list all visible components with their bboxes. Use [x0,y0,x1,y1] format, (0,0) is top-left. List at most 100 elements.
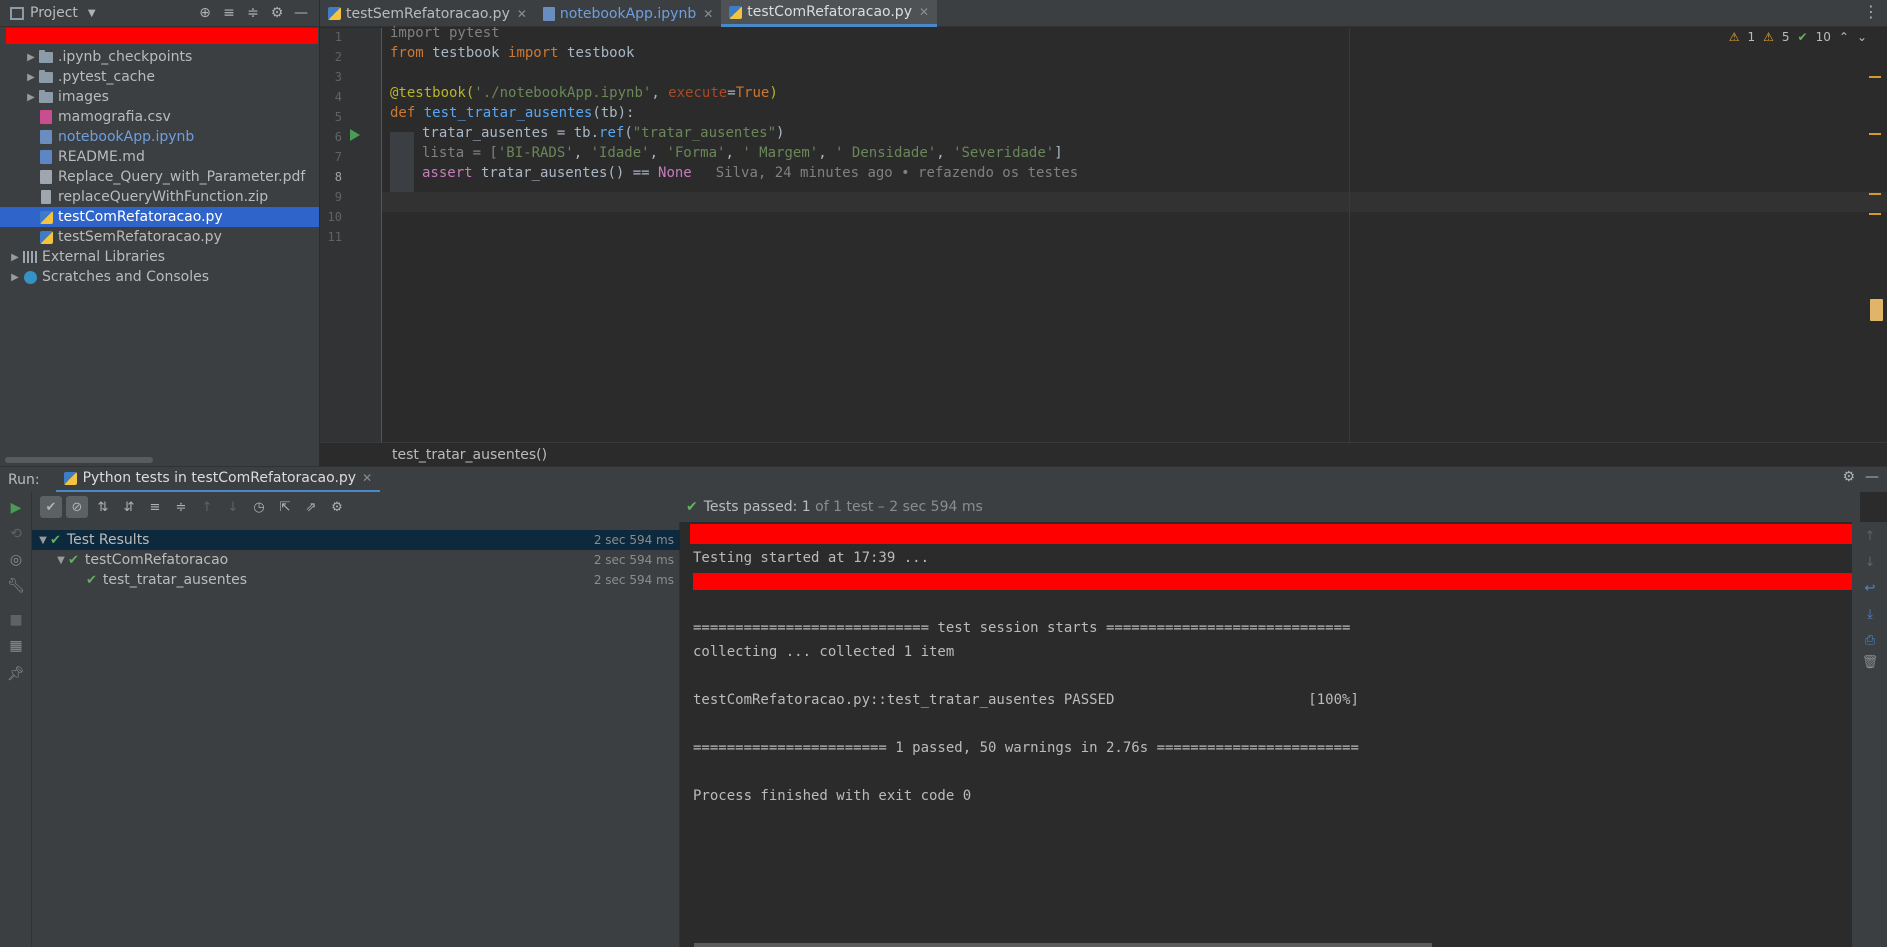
editor-tabs: testSemRefatoracao.py ✕ notebookApp.ipyn… [320,0,1887,27]
tree-item[interactable]: notebookApp.ipynb [0,127,319,147]
indent-guide [390,172,414,192]
collapse-all-icon[interactable]: ≑ [170,496,192,518]
tree-item[interactable]: ▶ External Libraries [0,247,319,267]
tree-item[interactable]: ▶ .ipynb_checkpoints [0,47,319,67]
tree-item[interactable]: Replace_Query_with_Parameter.pdf [0,167,319,187]
chevron-right-icon[interactable]: ▶ [24,72,38,83]
soft-wrap-icon[interactable]: ↩ [1862,580,1878,596]
run-console[interactable]: Testing started at 17:39 ... ===========… [680,522,1852,947]
print-icon[interactable]: ⎙ [1862,632,1878,648]
inspection-widget[interactable]: ⚠ 1 ⚠ 5 ✔ 10 ⌃ ⌄ [1729,30,1867,44]
pin-icon[interactable]: 📌︎ [7,666,25,682]
status-count: 1 [801,499,811,515]
expand-all-icon[interactable]: ≡ [217,1,241,25]
export-tests-icon[interactable]: ⇗ [300,496,322,518]
import-tests-icon[interactable]: ⇱ [274,496,296,518]
expand-all-icon[interactable]: ≡ [144,496,166,518]
collapse-all-icon[interactable]: ≑ [241,1,265,25]
error-stripe-mark[interactable] [1869,133,1881,135]
warning-icon: ⚠ [1763,30,1774,44]
tree-item[interactable]: testComRefatoracao.py [0,207,319,227]
tree-item-label: testComRefatoracao.py [58,209,223,225]
code-editor[interactable]: 1 2 3 4 5 6 7 8 9 10 11 import pytest from testboo… [320,25,1887,442]
close-icon[interactable]: ✕ [362,471,372,485]
gear-icon[interactable]: ⚙ [265,1,289,25]
pdf-file-icon [38,170,54,184]
error-stripe-mark[interactable] [1869,76,1881,78]
test-result-row[interactable]: ▼ ✔ Test Results 2 sec 594 ms [32,530,680,550]
tree-item[interactable]: testSemRefatoracao.py [0,227,319,247]
project-view-dropdown-icon[interactable]: ▼ [88,8,96,19]
status-title: Tests passed: [703,499,798,515]
run-configuration-tab[interactable]: Python tests in testComRefatoracao.py ✕ [55,467,381,493]
test-result-label: testComRefatoracao [84,552,229,568]
sort-by-duration-icon[interactable]: ⇵ [118,496,140,518]
project-horizontal-scrollbar[interactable] [5,457,153,463]
rerun-icon[interactable]: ▶ [8,500,24,516]
code-line-6: tratar_ausentes = tb.ref("tratar_ausente… [422,125,785,141]
test-result-row[interactable]: ✔ test_tratar_ausentes 2 sec 594 ms [32,570,680,590]
tab-testComRefatoracao[interactable]: testComRefatoracao.py ✕ [721,0,938,27]
breadcrumb[interactable]: test_tratar_ausentes() [320,442,1887,466]
scroll-to-end-icon[interactable]: ⤓ [1862,606,1878,622]
chevron-right-icon[interactable]: ▶ [8,272,22,283]
layout-icon[interactable]: ▦ [8,638,24,654]
chevron-down-icon[interactable]: ▼ [36,535,50,546]
tree-item[interactable]: mamografia.csv [0,107,319,127]
python-tests-icon [63,471,77,485]
hide-panel-icon[interactable]: — [1865,469,1879,485]
check-icon: ✔ [1797,30,1808,44]
line-number: 1 [334,30,342,44]
more-vertical-icon[interactable]: ⋮ [1863,2,1879,21]
test-runner-toolbar: ✔ ⊘ ⇅ ⇵ ≡ ≑ ↑ ↓ ◷ ⇱ ⇗ ⚙ [32,492,680,522]
error-stripe-mark[interactable] [1869,213,1881,215]
sort-alphabetically-icon[interactable]: ⇅ [92,496,114,518]
tree-item[interactable]: ▶ .pytest_cache [0,67,319,87]
wrench-icon[interactable]: 🔧︎ [7,578,25,594]
tree-item-label: testSemRefatoracao.py [58,229,222,245]
gear-icon[interactable]: ⚙ [326,496,348,518]
console-horizontal-scrollbar[interactable] [694,943,1432,947]
close-icon[interactable]: ✕ [517,7,527,21]
chevron-up-icon[interactable]: ⌃ [1839,30,1849,44]
tree-item[interactable]: ▶ images [0,87,319,107]
scroll-thumb[interactable] [1870,299,1883,321]
python-file-icon [328,7,341,20]
check-icon: ✔ [50,532,61,548]
tab-label: testSemRefatoracao.py [346,5,510,22]
current-line-highlight [382,192,1887,212]
close-icon[interactable]: ✕ [703,7,713,21]
tree-item-label: mamografia.csv [58,109,171,125]
gear-icon[interactable]: ⚙ [1842,469,1855,485]
project-panel: Project ▼ ⊕ ≡ ≑ ⚙ — ▶ .ipynb_checkpoints ▶… [0,0,320,466]
tree-item[interactable]: ▶ Scratches and Consoles [0,267,319,287]
tree-item[interactable]: README.md [0,147,319,167]
show-ignored-icon[interactable]: ⊘ [66,496,88,518]
check-icon: ✔ [68,552,79,568]
project-title[interactable]: Project [30,5,78,21]
redacted-command-bar [690,524,1852,544]
locate-file-icon[interactable]: ⊕ [193,1,217,25]
run-header-actions: ⚙ — [1842,469,1879,485]
trash-icon[interactable]: 🗑︎ [1862,654,1879,670]
show-passed-icon[interactable]: ✔ [40,496,62,518]
test-result-row[interactable]: ▼ ✔ testComRefatoracao 2 sec 594 ms [32,550,680,570]
error-stripe-mark[interactable] [1869,193,1881,195]
hide-panel-icon[interactable]: — [289,1,313,25]
editor-gutter: 1 2 3 4 5 6 7 8 9 10 11 [320,28,382,442]
line-number: 6 [334,130,342,144]
redacted-path-bar [6,28,318,44]
chevron-down-icon[interactable]: ▼ [54,555,68,566]
tree-item-label: .ipynb_checkpoints [58,49,193,65]
test-history-icon[interactable]: ◷ [248,496,270,518]
close-icon[interactable]: ✕ [919,5,929,19]
tree-item[interactable]: replaceQueryWithFunction.zip [0,187,319,207]
chevron-right-icon[interactable]: ▶ [24,52,38,63]
tab-notebookApp[interactable]: notebookApp.ipynb ✕ [535,0,721,27]
chevron-right-icon[interactable]: ▶ [24,92,38,103]
toggle-auto-test-icon[interactable]: ◎ [8,552,24,568]
chevron-right-icon[interactable]: ▶ [8,252,22,263]
run-tab-label: Python tests in testComRefatoracao.py [82,470,357,486]
run-test-gutter-icon[interactable] [350,129,360,141]
chevron-down-icon[interactable]: ⌄ [1857,30,1867,44]
